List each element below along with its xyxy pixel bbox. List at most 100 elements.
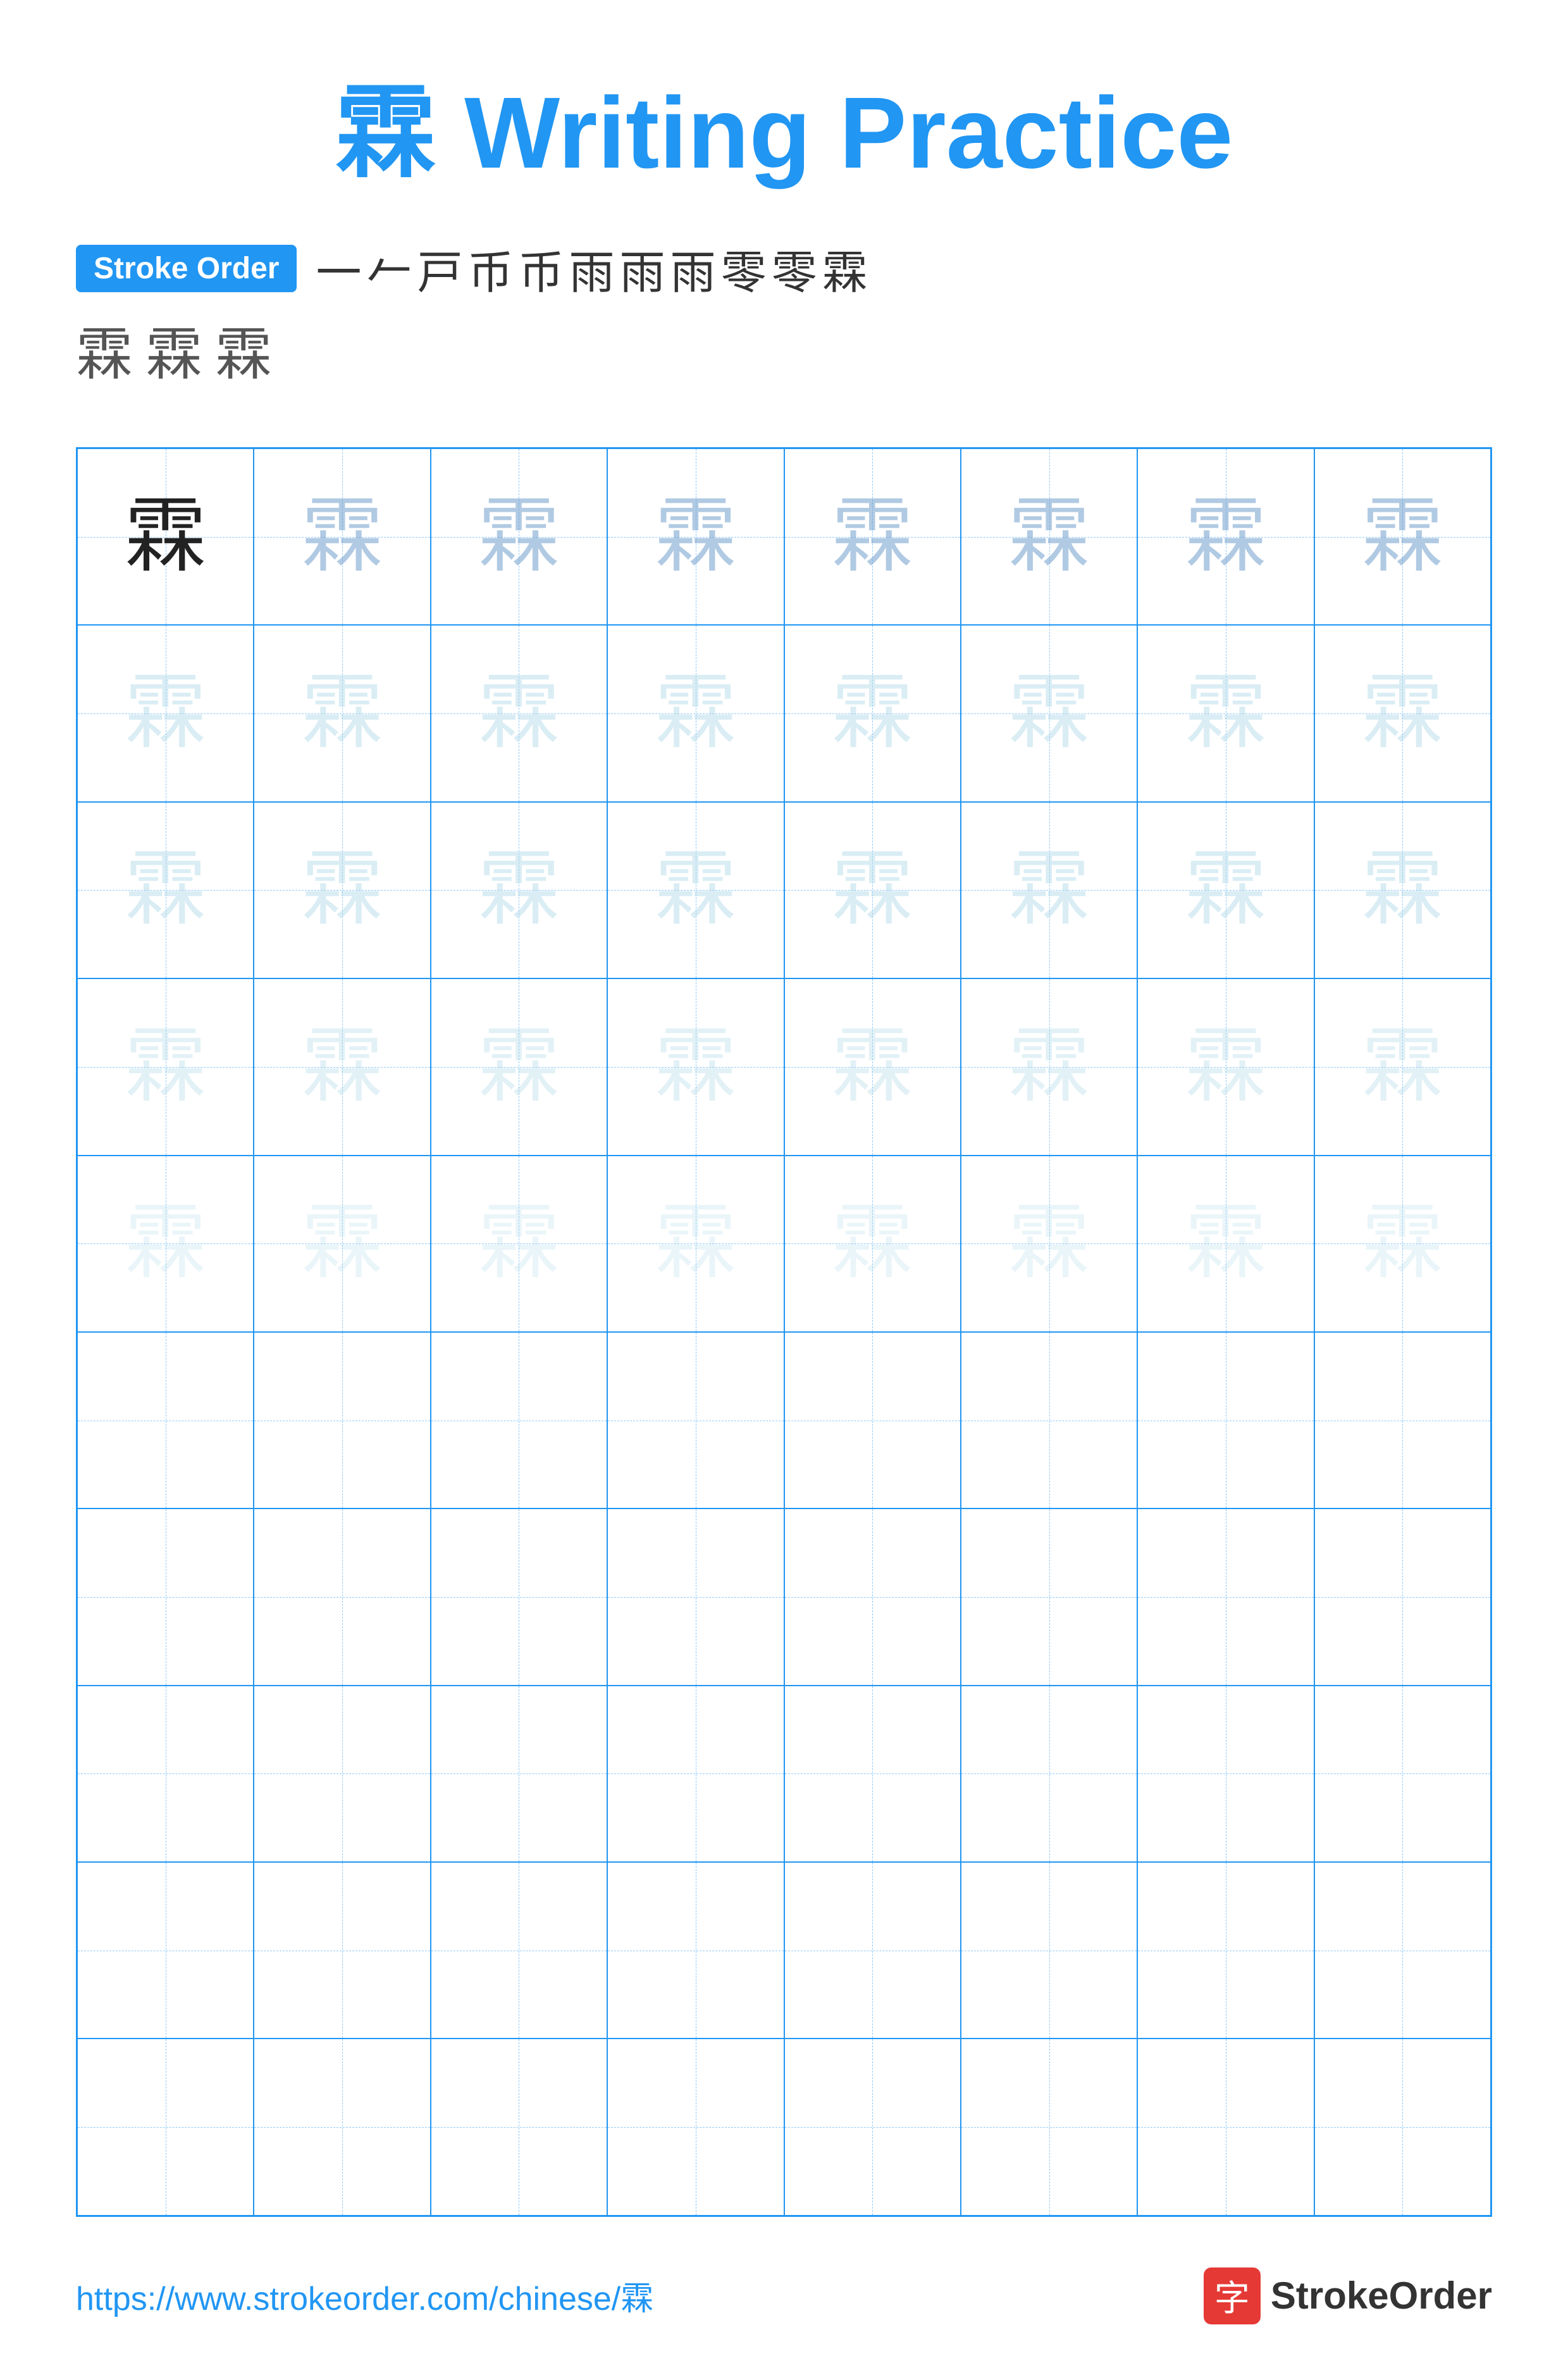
grid-cell-r10c8[interactable] (1314, 2039, 1491, 2215)
grid-cell-r7c8[interactable] (1314, 1508, 1491, 1685)
grid-cell-r5c5[interactable]: 霖 (784, 1156, 961, 1332)
grid-cell-r5c1[interactable]: 霖 (77, 1156, 254, 1332)
grid-cell-r2c3[interactable]: 霖 (431, 625, 607, 801)
stroke-step-6: 雨 (569, 235, 615, 302)
grid-cell-r3c1[interactable]: 霖 (77, 802, 254, 978)
grid-cell-r8c1[interactable] (77, 1686, 254, 1862)
grid-cell-r8c4[interactable] (607, 1686, 784, 1862)
grid-cell-r7c1[interactable] (77, 1508, 254, 1685)
stroke-step-4: 币 (467, 235, 513, 302)
grid-cell-r3c8[interactable]: 霖 (1314, 802, 1491, 978)
title-char: 霖 (335, 76, 436, 189)
grid-cell-r5c3[interactable]: 霖 (431, 1156, 607, 1332)
grid-cell-r3c2[interactable]: 霖 (254, 802, 430, 978)
grid-cell-r2c2[interactable]: 霖 (254, 625, 430, 801)
stroke-step-3: 戸 (417, 235, 462, 302)
grid-cell-r8c7[interactable] (1137, 1686, 1314, 1862)
grid-cell-r1c7[interactable]: 霖 (1137, 448, 1314, 625)
practice-char: 霖 (655, 672, 737, 755)
practice-char: 霖 (831, 1026, 913, 1108)
grid-cell-r10c7[interactable] (1137, 2039, 1314, 2215)
grid-cell-r7c3[interactable] (431, 1508, 607, 1685)
grid-cell-r2c5[interactable]: 霖 (784, 625, 961, 801)
grid-cell-r2c1[interactable]: 霖 (77, 625, 254, 801)
grid-cell-r1c1[interactable]: 霖 (77, 448, 254, 625)
grid-cell-r2c4[interactable]: 霖 (607, 625, 784, 801)
grid-cell-r2c6[interactable]: 霖 (961, 625, 1137, 801)
grid-cell-r6c4[interactable] (607, 1332, 784, 1508)
grid-cell-r10c2[interactable] (254, 2039, 430, 2215)
grid-cell-r6c3[interactable] (431, 1332, 607, 1508)
practice-char: 霖 (301, 1026, 383, 1108)
grid-cell-r10c5[interactable] (784, 2039, 961, 2215)
practice-char: 霖 (125, 1026, 207, 1108)
footer: https://www.strokeorder.com/chinese/霖 字 … (76, 2255, 1492, 2324)
grid-cell-r6c1[interactable] (77, 1332, 254, 1508)
grid-cell-r5c8[interactable]: 霖 (1314, 1156, 1491, 1332)
grid-cell-r6c5[interactable] (784, 1332, 961, 1508)
grid-cell-r9c7[interactable] (1137, 1862, 1314, 2039)
grid-cell-r8c2[interactable] (254, 1686, 430, 1862)
grid-cell-r1c2[interactable]: 霖 (254, 448, 430, 625)
grid-cell-r5c6[interactable]: 霖 (961, 1156, 1137, 1332)
grid-cell-r7c4[interactable] (607, 1508, 784, 1685)
grid-cell-r9c3[interactable] (431, 1862, 607, 2039)
grid-cell-r9c2[interactable] (254, 1862, 430, 2039)
grid-cell-r6c2[interactable] (254, 1332, 430, 1508)
grid-cell-r2c7[interactable]: 霖 (1137, 625, 1314, 801)
practice-char: 霖 (831, 849, 913, 931)
grid-cell-r4c3[interactable]: 霖 (431, 978, 607, 1155)
grid-cell-r10c6[interactable] (961, 2039, 1137, 2215)
footer-url[interactable]: https://www.strokeorder.com/chinese/霖 (76, 2272, 653, 2319)
practice-char: 霖 (655, 849, 737, 931)
grid-cell-r4c5[interactable]: 霖 (784, 978, 961, 1155)
stroke-step-11: 霖 (822, 235, 868, 302)
grid-cell-r7c7[interactable] (1137, 1508, 1314, 1685)
grid-cell-r4c7[interactable]: 霖 (1137, 978, 1314, 1155)
stroke-step-1: 一 (316, 235, 361, 302)
grid-cell-r1c3[interactable]: 霖 (431, 448, 607, 625)
practice-char: 霖 (655, 496, 737, 578)
grid-cell-r1c4[interactable]: 霖 (607, 448, 784, 625)
grid-cell-r4c8[interactable]: 霖 (1314, 978, 1491, 1155)
grid-cell-r10c1[interactable] (77, 2039, 254, 2215)
grid-cell-r4c2[interactable]: 霖 (254, 978, 430, 1155)
grid-cell-r3c6[interactable]: 霖 (961, 802, 1137, 978)
practice-char: 霖 (1185, 1202, 1267, 1285)
grid-cell-r4c6[interactable]: 霖 (961, 978, 1137, 1155)
practice-char: 霖 (125, 849, 207, 931)
grid-cell-r10c3[interactable] (431, 2039, 607, 2215)
grid-cell-r3c7[interactable]: 霖 (1137, 802, 1314, 978)
grid-cell-r6c7[interactable] (1137, 1332, 1314, 1508)
grid-cell-r9c8[interactable] (1314, 1862, 1491, 2039)
grid-cell-r5c7[interactable]: 霖 (1137, 1156, 1314, 1332)
grid-cell-r8c3[interactable] (431, 1686, 607, 1862)
practice-char: 霖 (1361, 672, 1443, 755)
stroke-step-2: 𠂉 (366, 235, 412, 302)
grid-cell-r8c8[interactable] (1314, 1686, 1491, 1862)
grid-cell-r9c1[interactable] (77, 1862, 254, 2039)
grid-cell-r3c4[interactable]: 霖 (607, 802, 784, 978)
grid-cell-r3c5[interactable]: 霖 (784, 802, 961, 978)
grid-cell-r7c2[interactable] (254, 1508, 430, 1685)
grid-cell-r9c6[interactable] (961, 1862, 1137, 2039)
stroke-step-14: 霖 (215, 308, 272, 390)
grid-cell-r3c3[interactable]: 霖 (431, 802, 607, 978)
grid-cell-r5c4[interactable]: 霖 (607, 1156, 784, 1332)
grid-cell-r5c2[interactable]: 霖 (254, 1156, 430, 1332)
grid-cell-r6c8[interactable] (1314, 1332, 1491, 1508)
grid-cell-r10c4[interactable] (607, 2039, 784, 2215)
grid-cell-r1c6[interactable]: 霖 (961, 448, 1137, 625)
grid-cell-r7c6[interactable] (961, 1508, 1137, 1685)
grid-cell-r4c4[interactable]: 霖 (607, 978, 784, 1155)
grid-cell-r7c5[interactable] (784, 1508, 961, 1685)
grid-cell-r9c4[interactable] (607, 1862, 784, 2039)
grid-cell-r1c8[interactable]: 霖 (1314, 448, 1491, 625)
grid-cell-r8c5[interactable] (784, 1686, 961, 1862)
grid-cell-r8c6[interactable] (961, 1686, 1137, 1862)
grid-cell-r9c5[interactable] (784, 1862, 961, 2039)
grid-cell-r6c6[interactable] (961, 1332, 1137, 1508)
grid-cell-r1c5[interactable]: 霖 (784, 448, 961, 625)
grid-cell-r2c8[interactable]: 霖 (1314, 625, 1491, 801)
grid-cell-r4c1[interactable]: 霖 (77, 978, 254, 1155)
